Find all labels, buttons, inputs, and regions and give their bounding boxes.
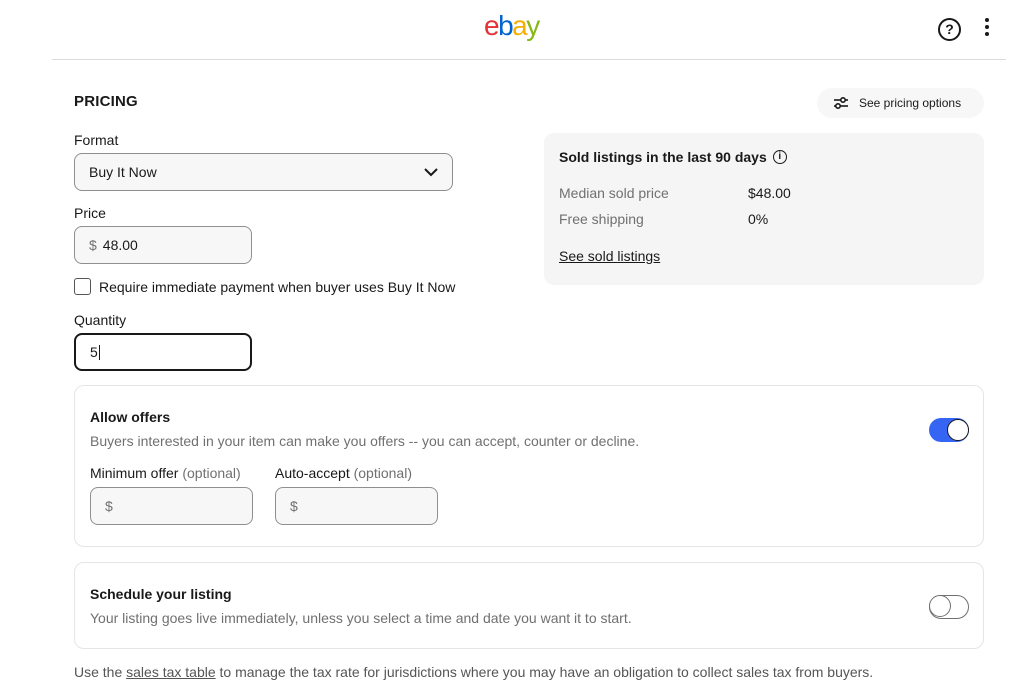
info-icon[interactable]: i [772,150,787,164]
currency-symbol: $ [105,498,113,514]
free-shipping-value: 0% [748,211,769,227]
text-caret [98,344,100,360]
sliders-icon [834,96,848,110]
minimum-offer-input[interactable]: $ [90,487,253,525]
see-pricing-options-label: See pricing options [859,96,962,110]
format-label: Format [74,132,119,148]
see-sold-listings-link[interactable]: See sold listings [559,248,660,264]
format-select[interactable]: Buy It Now [74,153,453,191]
more-options-icon[interactable] [980,18,994,42]
price-value: 48.00 [102,237,138,253]
schedule-toggle[interactable] [929,595,969,619]
sales-tax-note: Use the sales tax table to manage the ta… [74,664,874,680]
schedule-description: Your listing goes live immediately, unle… [90,610,632,626]
price-input[interactable]: $ 48.00 [74,226,252,264]
currency-symbol: $ [89,237,97,253]
auto-accept-input[interactable]: $ [275,487,438,525]
see-pricing-options-button[interactable]: See pricing options [817,88,984,118]
allow-offers-title: Allow offers [90,409,171,425]
quantity-value: 5 [90,344,98,360]
help-icon[interactable]: ? [938,18,961,41]
quantity-input[interactable]: 5 [74,333,252,371]
allow-offers-card: Allow offers Buyers interested in your i… [74,385,984,547]
format-value: Buy It Now [89,164,157,180]
chevron-down-icon [424,168,438,177]
sales-tax-table-link[interactable]: sales tax table [126,664,216,680]
free-shipping-label: Free shipping [559,211,644,227]
schedule-listing-card: Schedule your listing Your listing goes … [74,562,984,649]
ebay-logo[interactable]: ebay [484,10,540,42]
section-title: PRICING [74,93,138,110]
top-header: ebay ? [52,0,1006,60]
schedule-title: Schedule your listing [90,586,232,602]
median-price-label: Median sold price [559,185,669,201]
price-label: Price [74,205,106,221]
sold-listings-card: Sold listings in the last 90 days i Medi… [544,133,984,285]
immediate-payment-label[interactable]: Require immediate payment when buyer use… [99,279,455,295]
auto-accept-label: Auto-accept (optional) [275,465,412,481]
immediate-payment-row: Require immediate payment when buyer use… [74,278,455,295]
minimum-offer-label: Minimum offer (optional) [90,465,241,481]
allow-offers-toggle[interactable] [929,418,969,442]
median-price-value: $48.00 [748,185,791,201]
allow-offers-description: Buyers interested in your item can make … [90,433,640,449]
sold-listings-title: Sold listings in the last 90 days i [559,149,787,165]
currency-symbol: $ [290,498,298,514]
immediate-payment-checkbox[interactable] [74,278,91,295]
quantity-label: Quantity [74,312,127,328]
